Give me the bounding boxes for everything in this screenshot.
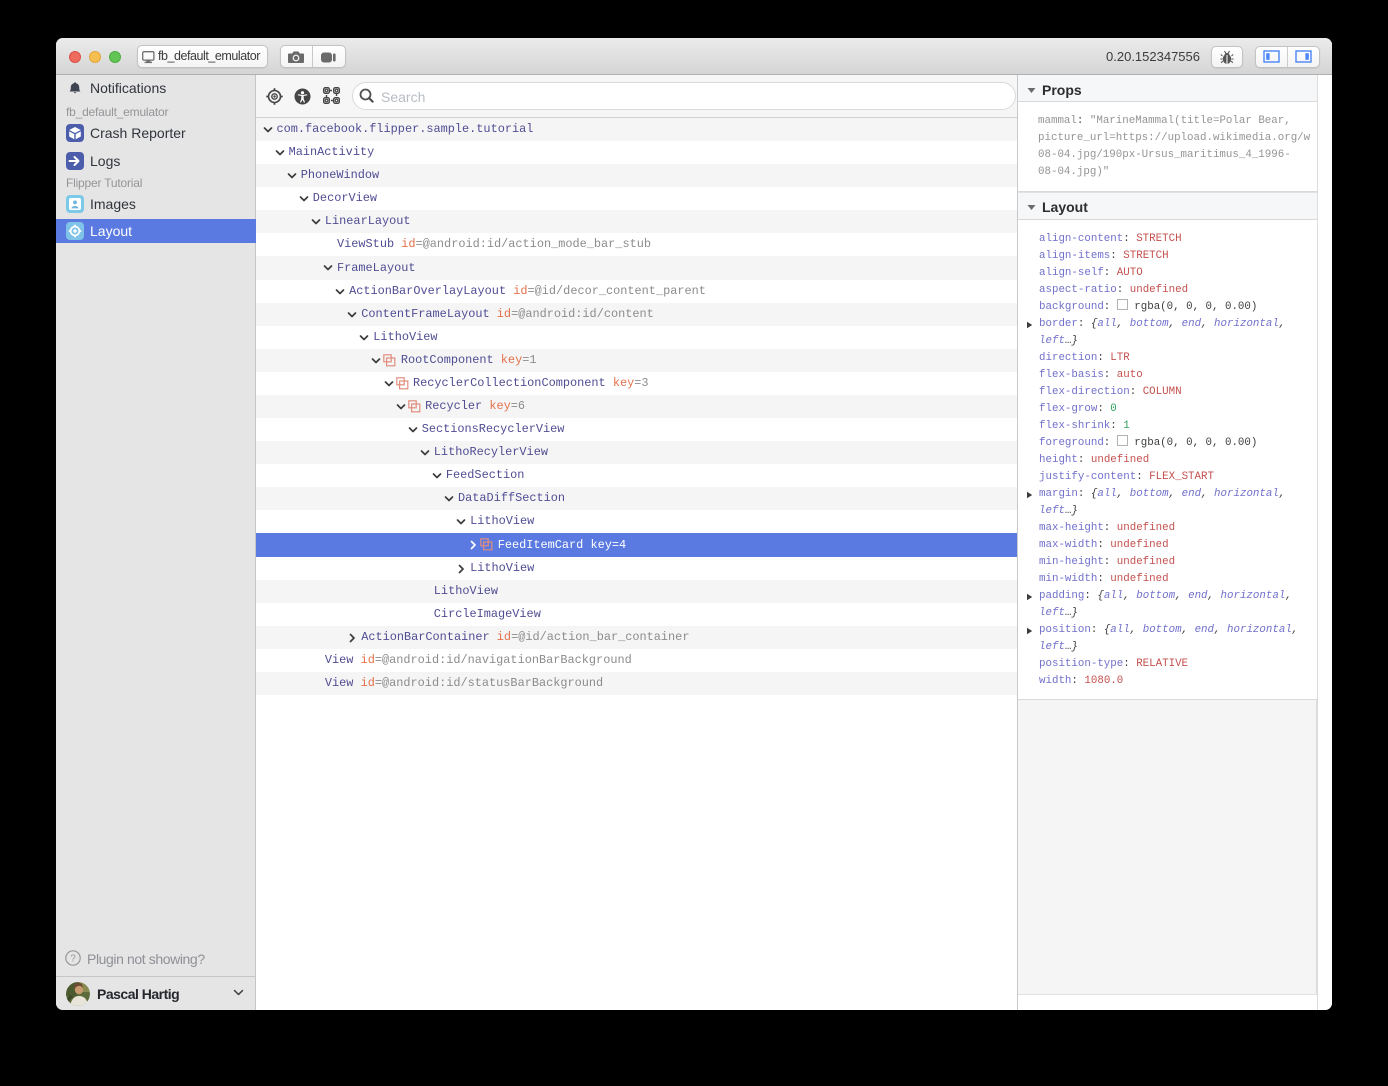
svg-text:?: ? [70,953,76,964]
